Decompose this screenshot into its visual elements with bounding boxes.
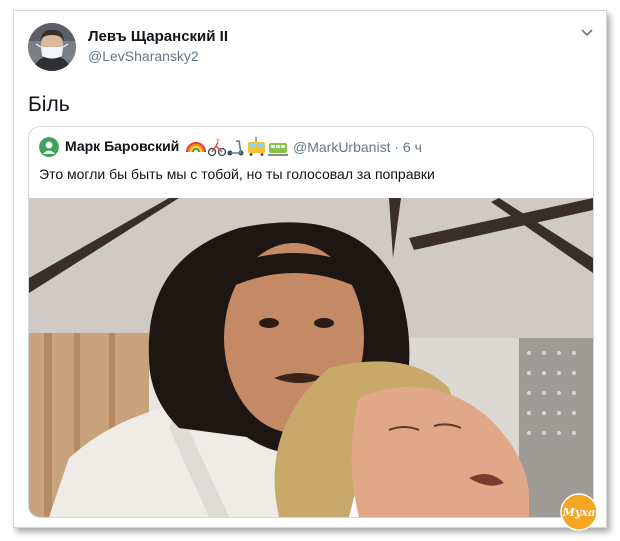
quoted-text: Это могли бы быть мы с тобой, но ты голо… <box>39 166 435 182</box>
avatar[interactable] <box>28 23 76 71</box>
chevron-down-icon[interactable] <box>580 28 594 38</box>
tweet-text: Біль <box>28 93 70 116</box>
author-name[interactable]: Левъ Щаранский II <box>88 28 228 45</box>
quoted-photo[interactable] <box>29 198 593 517</box>
quoted-handle-time[interactable]: @MarkUrbanist · 6 ч <box>293 139 422 155</box>
quoted-avatar[interactable] <box>39 137 59 157</box>
svg-text:Муха: Муха <box>562 506 595 519</box>
quoted-tweet[interactable]: Марк Баровский @MarkUrbanist · 6 ч Это м… <box>28 126 594 518</box>
cyclist-icon <box>207 138 227 157</box>
tweet-card: Левъ Щаранский II @LevSharansky2 Біль Ма… <box>13 10 607 531</box>
author-handle[interactable]: @LevSharansky2 <box>88 48 199 64</box>
scooter-icon <box>227 140 244 156</box>
rainbow-icon <box>186 142 206 153</box>
tram-icon <box>248 137 265 156</box>
watermark-logo: Муха <box>560 493 598 531</box>
quoted-author-name[interactable]: Марк Баровский <box>65 138 179 154</box>
train-icon <box>268 143 288 156</box>
